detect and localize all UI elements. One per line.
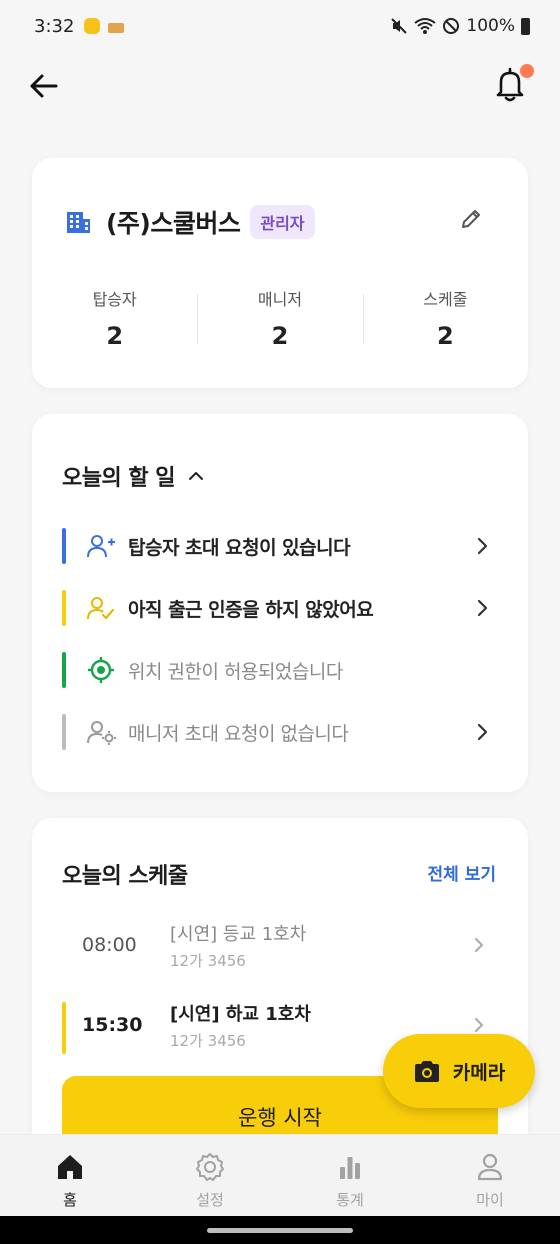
stat-value: 2 xyxy=(436,322,454,350)
chevron-right-icon xyxy=(475,938,483,952)
stat-value: 2 xyxy=(106,322,124,350)
nav-label: 설정 xyxy=(196,1191,224,1209)
todo-item-checkin[interactable]: 아직 출근 인증을 하지 않았어요 xyxy=(62,588,492,628)
status-time: 3:32 xyxy=(34,15,75,37)
company-name: (주)스쿨버스 xyxy=(106,209,241,238)
person-icon xyxy=(477,1153,503,1181)
notification-dot xyxy=(520,64,534,78)
schedule-route-title: [시연] 하교 1호차 xyxy=(170,1004,311,1025)
camera-fab-button[interactable]: 카메라 xyxy=(383,1034,535,1108)
schedule-item[interactable]: 08:00 [시연] 등교 1호차 12가 3456 xyxy=(62,918,492,978)
chevron-right-icon xyxy=(477,723,488,741)
todo-text: 탑승자 초대 요청이 있습니다 xyxy=(128,536,351,559)
mute-icon xyxy=(391,18,408,34)
todo-bar xyxy=(62,714,66,750)
chevron-up-icon xyxy=(189,472,204,480)
app-notification-icon xyxy=(84,18,101,34)
nav-statistics[interactable]: 통계 xyxy=(280,1135,420,1216)
stat-value: 2 xyxy=(271,322,289,350)
company-card: (주)스쿨버스 관리자 탑승자 2 매니저 2 스케줄 2 xyxy=(32,158,528,388)
stat-managers[interactable]: 매니저 2 xyxy=(197,286,362,350)
todo-text: 아직 출근 인증을 하지 않았어요 xyxy=(128,598,374,621)
todo-item-rider-invite[interactable]: 탑승자 초대 요청이 있습니다 xyxy=(62,526,492,566)
todo-bar xyxy=(62,528,66,564)
status-bar: 3:32 100% xyxy=(0,0,560,52)
todo-text: 매니저 초대 요청이 없습니다 xyxy=(128,722,349,745)
app-notification-icon-2 xyxy=(108,23,125,33)
stat-label: 탑승자 xyxy=(92,290,137,309)
todo-text: 위치 권한이 허용되었습니다 xyxy=(128,660,343,683)
stat-label: 매니저 xyxy=(257,290,303,309)
battery-icon xyxy=(521,17,530,35)
view-all-link[interactable]: 전체 보기 xyxy=(428,860,496,885)
active-indicator xyxy=(62,1002,66,1054)
nav-label: 홈 xyxy=(63,1191,77,1209)
nav-label: 통계 xyxy=(336,1191,364,1209)
todo-item-location: 위치 권한이 허용되었습니다 xyxy=(62,650,492,690)
chevron-right-icon xyxy=(475,1018,483,1032)
gesture-handle[interactable] xyxy=(207,1228,353,1233)
gear-icon xyxy=(196,1153,224,1181)
battery-percent: 100% xyxy=(466,16,515,36)
todo-bar xyxy=(62,652,66,688)
nav-label: 마이 xyxy=(476,1191,504,1209)
nav-settings[interactable]: 설정 xyxy=(140,1135,280,1216)
stat-label: 스케줄 xyxy=(423,290,468,309)
notification-bell-button[interactable] xyxy=(492,64,534,104)
building-icon xyxy=(67,212,90,233)
bar-chart-icon xyxy=(340,1157,360,1179)
wifi-icon xyxy=(414,18,437,34)
nav-my[interactable]: 마이 xyxy=(420,1135,560,1216)
schedule-time: 15:30 xyxy=(82,1014,143,1036)
nav-home[interactable]: 홈 xyxy=(0,1135,140,1216)
schedule-plate: 12가 3456 xyxy=(170,1032,246,1050)
chevron-right-icon xyxy=(477,599,488,617)
camera-icon xyxy=(414,1061,439,1082)
todo-title: 오늘의 할 일 xyxy=(62,466,176,491)
top-app-bar xyxy=(0,52,560,118)
stat-schedules[interactable]: 스케줄 2 xyxy=(362,286,528,350)
schedule-time: 08:00 xyxy=(82,934,137,956)
todo-item-manager-invite[interactable]: 매니저 초대 요청이 없습니다 xyxy=(62,712,492,752)
home-icon xyxy=(58,1155,82,1179)
location-target-icon xyxy=(86,657,116,683)
schedule-route-title: [시연] 등교 1호차 xyxy=(170,924,307,945)
company-stats: 탑승자 2 매니저 2 스케줄 2 xyxy=(32,286,528,350)
person-gear-icon xyxy=(86,719,116,745)
schedule-title: 오늘의 스케줄 xyxy=(62,864,188,889)
chevron-right-icon xyxy=(477,537,488,555)
edit-pencil-icon[interactable] xyxy=(458,206,484,232)
stat-riders[interactable]: 탑승자 2 xyxy=(32,286,197,350)
schedule-plate: 12가 3456 xyxy=(170,952,246,970)
do-not-disturb-icon xyxy=(443,18,460,34)
back-arrow-icon[interactable] xyxy=(26,68,62,104)
person-check-icon xyxy=(86,595,116,621)
camera-label: 카메라 xyxy=(452,1061,506,1084)
bottom-navigation: 홈 설정 통계 마이 xyxy=(0,1134,560,1216)
system-gesture-bar xyxy=(0,1216,560,1244)
person-add-icon xyxy=(86,533,116,559)
todo-card: 오늘의 할 일 탑승자 초대 요청이 있습니다 아직 출근 인증을 하지 않았어… xyxy=(32,414,528,792)
role-badge: 관리자 xyxy=(250,205,315,239)
todo-bar xyxy=(62,590,66,626)
todo-header[interactable]: 오늘의 할 일 xyxy=(62,460,205,492)
